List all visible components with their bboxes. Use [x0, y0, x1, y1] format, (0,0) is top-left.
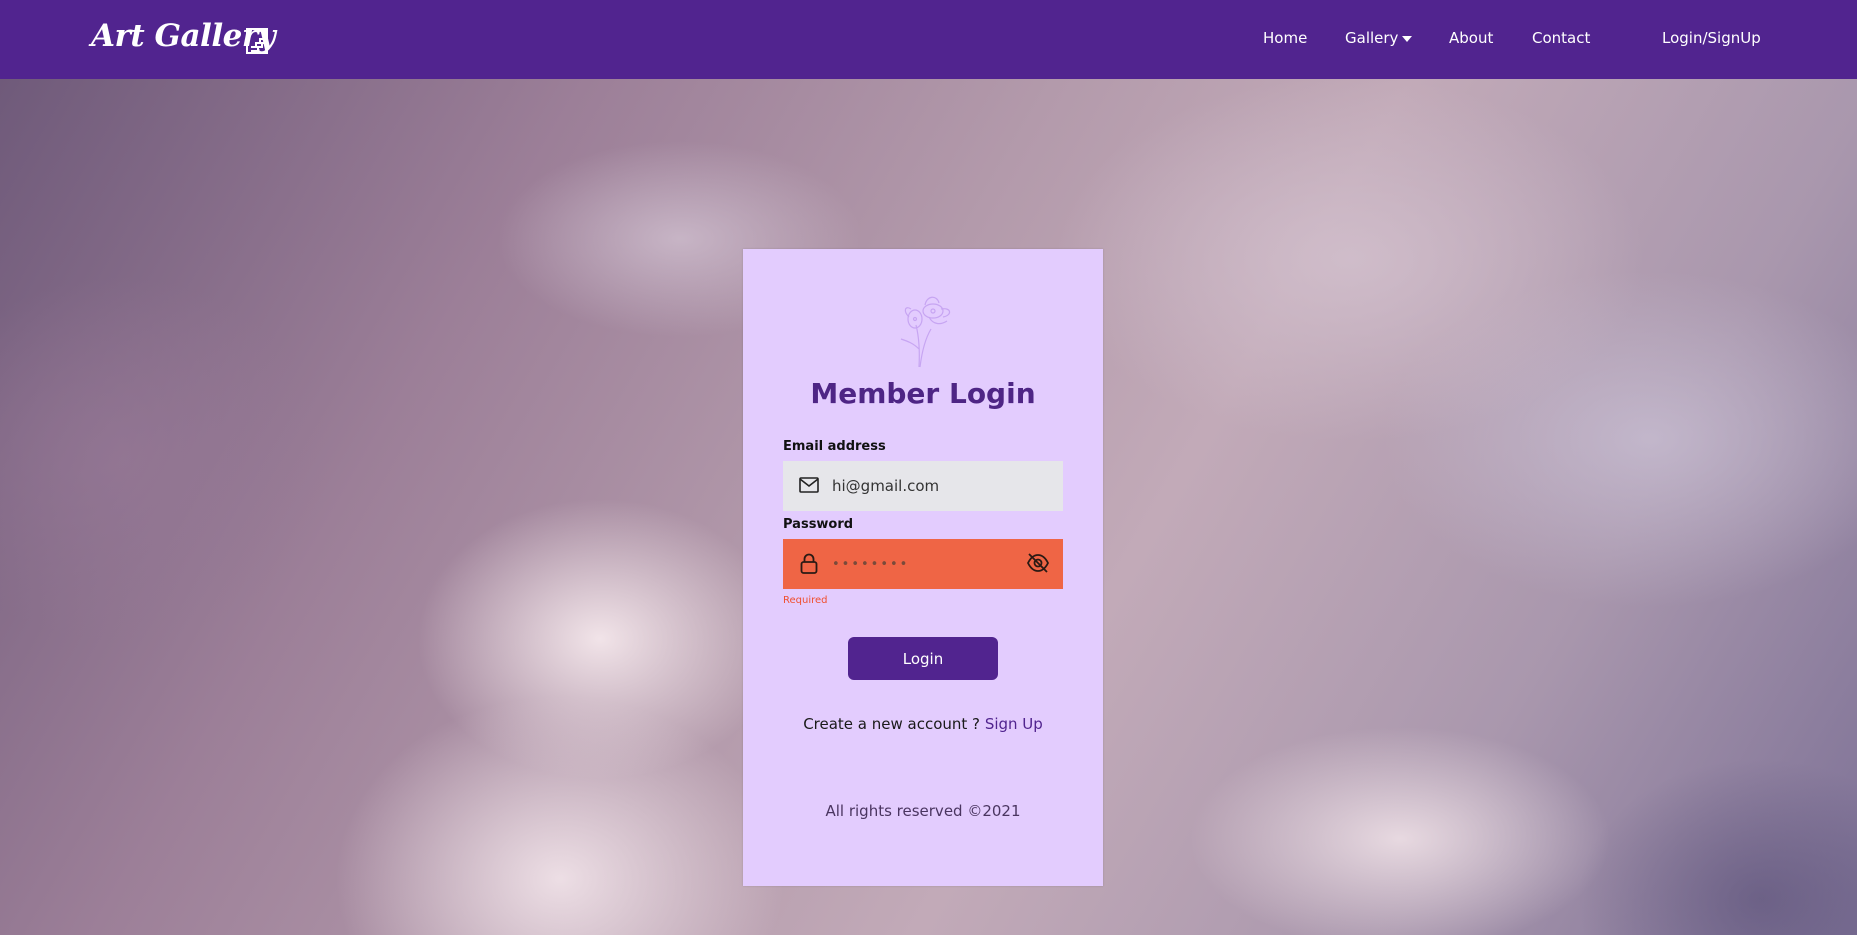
password-field-box[interactable] — [783, 539, 1063, 589]
signup-prompt-line: Create a new account ? Sign Up — [743, 715, 1103, 733]
password-label: Password — [783, 517, 854, 532]
nav-login-signup[interactable]: Login/SignUp — [1662, 29, 1761, 47]
footer-copyright: All rights reserved ©2021 — [825, 802, 1021, 820]
email-input[interactable] — [832, 461, 1022, 511]
eye-off-icon[interactable] — [1026, 552, 1050, 574]
brand-frame-icon — [246, 28, 268, 54]
flower-illustration-icon — [900, 296, 951, 368]
chevron-down-icon — [1402, 35, 1413, 42]
nav-gallery-dropdown[interactable]: Gallery — [1345, 29, 1413, 47]
email-label: Email address — [783, 439, 886, 454]
password-error-text: Required — [783, 595, 828, 606]
card-title: Member Login — [810, 377, 1036, 410]
mail-icon — [799, 477, 819, 493]
login-button[interactable]: Login — [848, 637, 998, 680]
nav-gallery-label: Gallery — [1345, 29, 1399, 47]
lock-icon — [800, 553, 818, 574]
signup-link[interactable]: Sign Up — [985, 715, 1043, 733]
navbar: Art Gallery Home Gallery About Contact L… — [0, 0, 1857, 79]
nav-about[interactable]: About — [1449, 29, 1493, 47]
nav-home[interactable]: Home — [1263, 29, 1307, 47]
nav-contact[interactable]: Contact — [1532, 29, 1590, 47]
signup-prompt-text: Create a new account ? — [803, 715, 981, 733]
password-input[interactable] — [832, 539, 1022, 589]
email-field-box[interactable] — [783, 461, 1063, 511]
login-card: Member Login Email address Password Requ… — [743, 249, 1103, 886]
